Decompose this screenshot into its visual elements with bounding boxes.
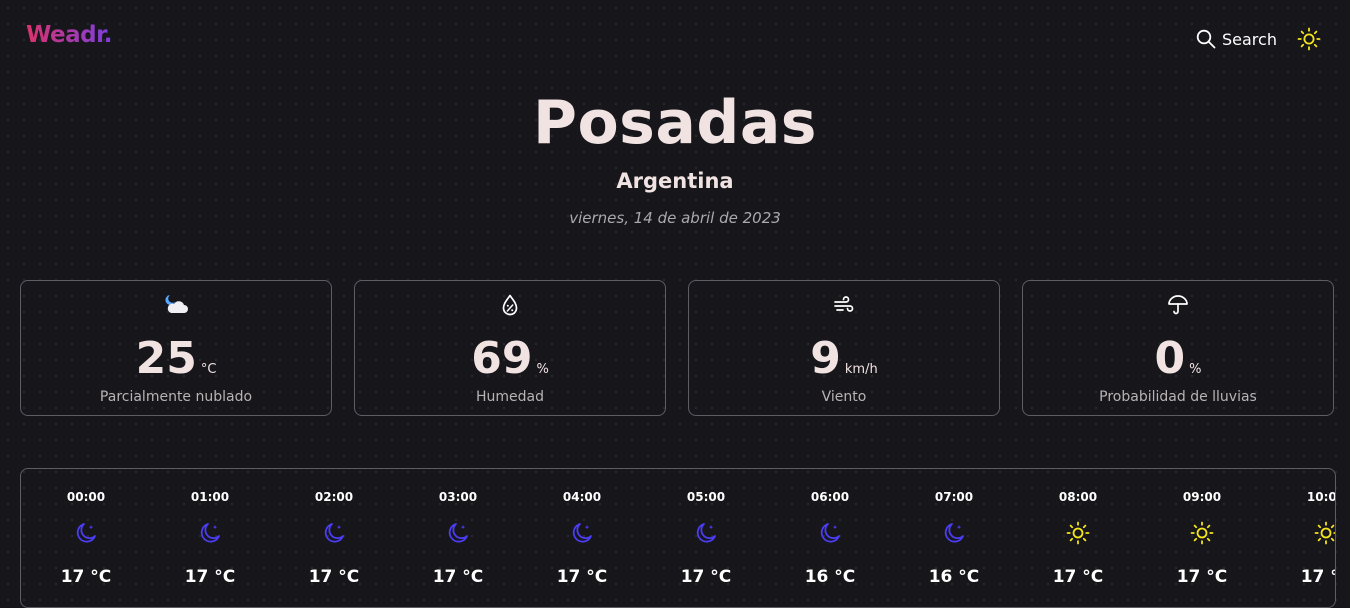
moon-icon [198, 521, 222, 545]
app-logo[interactable]: Weadr. [26, 22, 112, 48]
hour-time: 00:00 [66, 490, 106, 504]
hour-temperature: 17 °C [1300, 567, 1335, 587]
rain-probability-label: Probabilidad de lluvias [1099, 389, 1257, 405]
temperature-value: 25 [135, 333, 197, 384]
hour-time: 05:00 [686, 490, 726, 504]
temperature-unit: °C [200, 362, 217, 377]
hour-time: 09:00 [1182, 490, 1222, 504]
sun-icon [1066, 521, 1090, 545]
hour-time: 04:00 [562, 490, 602, 504]
hour-temperature: 17 °C [308, 567, 360, 587]
hour-temperature: 17 °C [432, 567, 484, 587]
hour-time: 07:00 [934, 490, 974, 504]
hour-temperature: 16 °C [928, 567, 980, 587]
hour-temperature: 17 °C [60, 567, 112, 587]
moon-icon [446, 521, 470, 545]
umbrella-icon [1023, 293, 1333, 317]
temperature-card: 25 °C Parcialmente nublado [20, 280, 332, 416]
hour-time: 08:00 [1058, 490, 1098, 504]
humidity-drop-icon [355, 293, 665, 317]
sun-icon [1190, 521, 1214, 545]
hour-temperature: 17 °C [184, 567, 236, 587]
hour-temperature: 17 °C [1052, 567, 1104, 587]
hour-time: 02:00 [314, 490, 354, 504]
humidity-card: 69 % Humedad [354, 280, 666, 416]
hour-temperature: 17 °C [556, 567, 608, 587]
wind-card: 9 km/h Viento [688, 280, 1000, 416]
moon-icon [942, 521, 966, 545]
country-name: Argentina [616, 169, 734, 193]
wind-value: 9 [810, 333, 841, 384]
humidity-label: Humedad [475, 389, 544, 405]
moon-icon [322, 521, 346, 545]
sun-icon [1314, 521, 1335, 545]
hour-temperature: 17 °C [680, 567, 732, 587]
moon-icon [694, 521, 718, 545]
moon-icon [818, 521, 842, 545]
rain-probability-unit: % [1189, 362, 1202, 377]
hourly-forecast[interactable]: 00:00 17 °C 01:00 17 °C 02:00 17 °C 03:0… [20, 468, 1336, 608]
moon-icon [74, 521, 98, 545]
wind-icon [689, 293, 999, 317]
search-icon [1196, 29, 1216, 49]
search-button[interactable]: Search [1196, 28, 1277, 50]
hour-time: 06:00 [810, 490, 850, 504]
current-date: viernes, 14 de abril de 2023 [569, 209, 781, 227]
hour-temperature: 17 °C [1176, 567, 1228, 587]
weather-condition-label: Parcialmente nublado [99, 389, 253, 405]
theme-toggle-sun-icon[interactable] [1297, 27, 1321, 51]
rain-probability-value: 0 [1154, 333, 1186, 384]
hour-temperature: 16 °C [804, 567, 856, 587]
hour-time: 01:00 [190, 490, 230, 504]
rain-probability-card: 0 % Probabilidad de lluvias [1022, 280, 1334, 416]
wind-label: Viento [821, 389, 867, 405]
humidity-unit: % [536, 362, 549, 377]
moon-icon [570, 521, 594, 545]
city-name: Posadas [532, 88, 818, 158]
wind-unit: km/h [844, 362, 878, 377]
humidity-value: 69 [471, 333, 533, 384]
search-label: Search [1222, 29, 1277, 49]
hour-time: 03:00 [438, 490, 478, 504]
hour-time: 10:00 [1306, 490, 1336, 504]
partly-cloudy-night-icon [21, 293, 331, 317]
